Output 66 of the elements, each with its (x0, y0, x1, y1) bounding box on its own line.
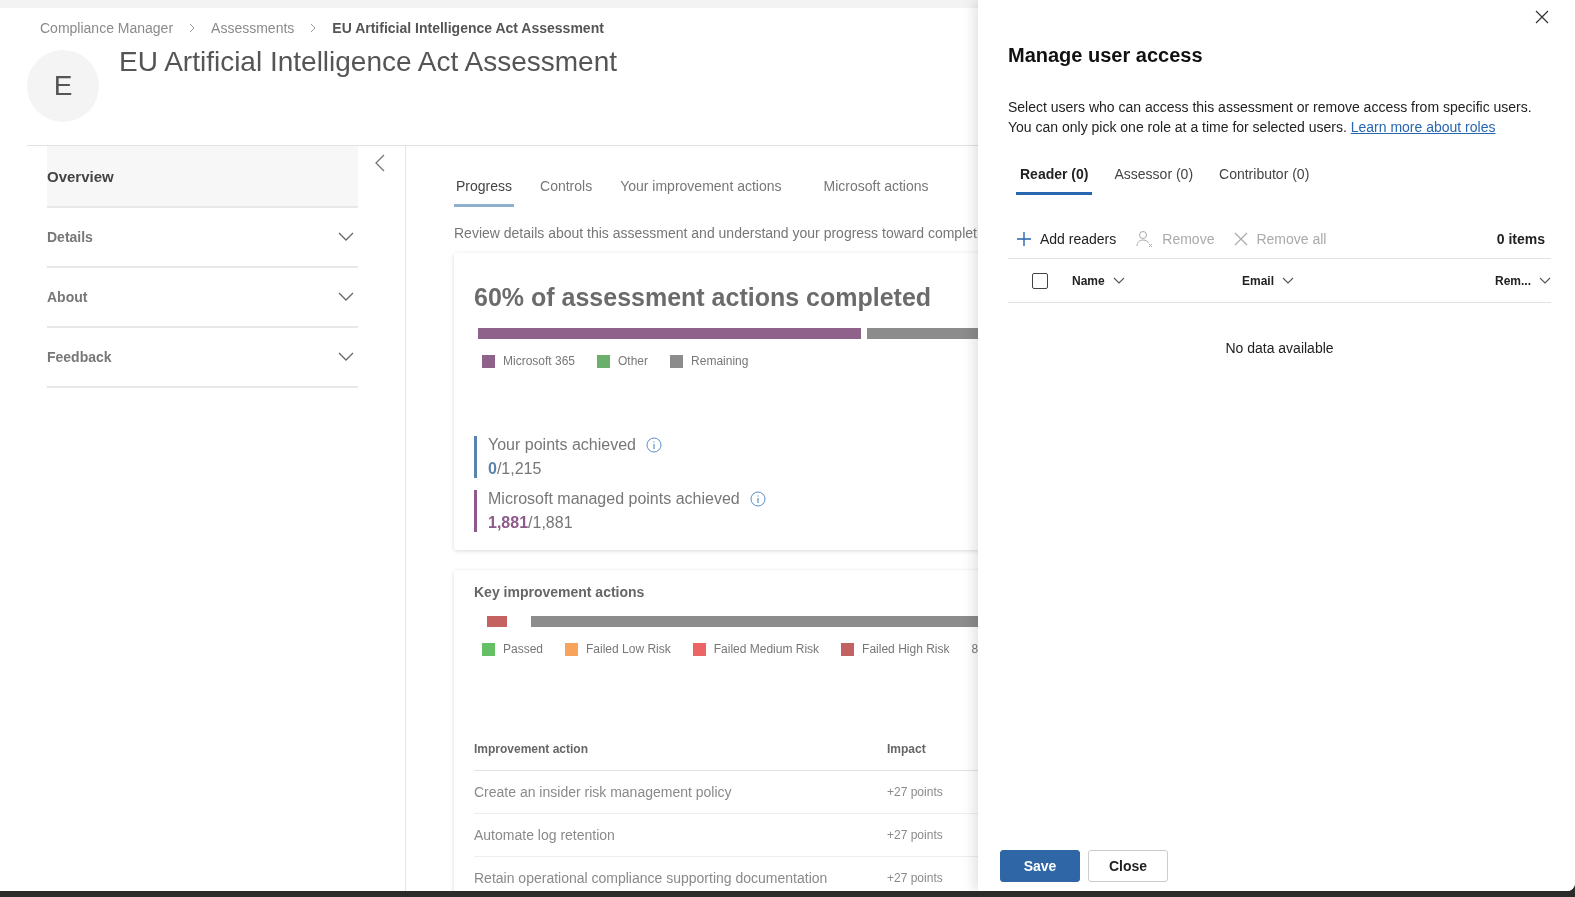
table-cell-text: +27 points (887, 871, 944, 885)
card-title: 60% of assessment actions completed (474, 283, 933, 312)
legend-note: 8 (971, 642, 978, 656)
chevron-down-icon (1539, 276, 1551, 285)
points-value: 0/1,215 (488, 460, 543, 478)
column-label: Rem... (1495, 273, 1531, 288)
legend-item: Failed Medium Risk (692, 642, 820, 656)
command-button[interactable]: Add readers (1016, 230, 1117, 247)
item-count: 0 items (1496, 230, 1545, 247)
tab[interactable]: Controls (538, 172, 595, 207)
page-title: EU Artificial Intelligence Act Assessment (119, 46, 617, 79)
role-tab[interactable]: Contributor (0) (1219, 162, 1310, 195)
breadcrumb-link[interactable]: Assessments (211, 20, 295, 36)
avatar-letter: E (27, 50, 99, 122)
info-icon[interactable] (645, 437, 662, 453)
close-icon (1535, 10, 1549, 24)
plus-icon (1016, 230, 1032, 247)
close-icon (1234, 231, 1249, 246)
column-label: Email (1242, 273, 1274, 288)
chevron-down-icon (338, 232, 354, 242)
sidebar-item-label: Feedback (47, 349, 112, 365)
chevron-down-icon (1282, 276, 1294, 285)
panel-description: Select users who can access this assessment or remove access from specific users. You can only pick one role at a time for selected users. Learn more about roles (1008, 98, 1533, 137)
card-title: Key improvement actions (474, 584, 646, 600)
chevron-down-icon (338, 292, 354, 302)
table-cell-text: +27 points (887, 828, 944, 842)
points-value: 1,881/1,881 (488, 514, 574, 532)
chevron-left-icon[interactable] (374, 154, 386, 172)
legend-item: Failed High Risk (841, 642, 950, 656)
sidebar-item-label: Details (47, 229, 93, 245)
sidebar-item-label: About (47, 289, 88, 305)
points-label: Your points achieved (488, 436, 636, 454)
tab[interactable]: Your improvement actions (618, 172, 784, 207)
table-cell-text: Retain operational compliance supporting documentation (474, 870, 829, 886)
role-tab[interactable]: Assessor (0) (1114, 162, 1194, 195)
legend-item: Other (597, 354, 649, 368)
tab[interactable]: Microsoft actions (821, 172, 931, 207)
column-header[interactable]: Email (1242, 273, 1392, 288)
empty-message: No data available (1224, 340, 1335, 356)
legend-item: Remaining (670, 354, 749, 368)
legend-item: Microsoft 365 (482, 354, 576, 368)
column-header[interactable]: Name (1072, 273, 1242, 288)
breadcrumb-link[interactable]: Compliance Manager (40, 20, 174, 36)
role-tab[interactable]: Reader (0) (1016, 162, 1093, 195)
person-remove-icon (1136, 229, 1155, 248)
column-header: Improvement action (474, 742, 590, 756)
legend-item: Passed (482, 642, 544, 656)
sidebar-item[interactable]: Overview (47, 146, 358, 208)
info-icon[interactable] (749, 491, 766, 507)
points-label: Microsoft managed points achieved (488, 490, 740, 508)
chevron-down-icon (338, 352, 354, 362)
chevron-down-icon (1112, 276, 1125, 285)
column-label: Name (1072, 273, 1105, 288)
legend-item: Failed Low Risk (565, 642, 671, 656)
panel-title: Manage user access (1008, 44, 1204, 67)
save-button[interactable]: Save (1000, 850, 1080, 882)
close-button[interactable]: Close (1088, 850, 1168, 882)
table-cell-text: Create an insider risk management policy (474, 784, 733, 800)
column-header[interactable]: Rem... (1495, 273, 1551, 288)
table-cell-text: +27 points (887, 785, 944, 799)
sidebar-item-label: Overview (47, 167, 114, 185)
table-cell-text: Automate log retention (474, 827, 616, 843)
column-header: Impact (887, 742, 927, 756)
tab[interactable]: Progress (454, 172, 515, 207)
select-all-checkbox[interactable] (1032, 272, 1048, 289)
learn-more-link[interactable]: Learn more about roles (1350, 119, 1496, 135)
